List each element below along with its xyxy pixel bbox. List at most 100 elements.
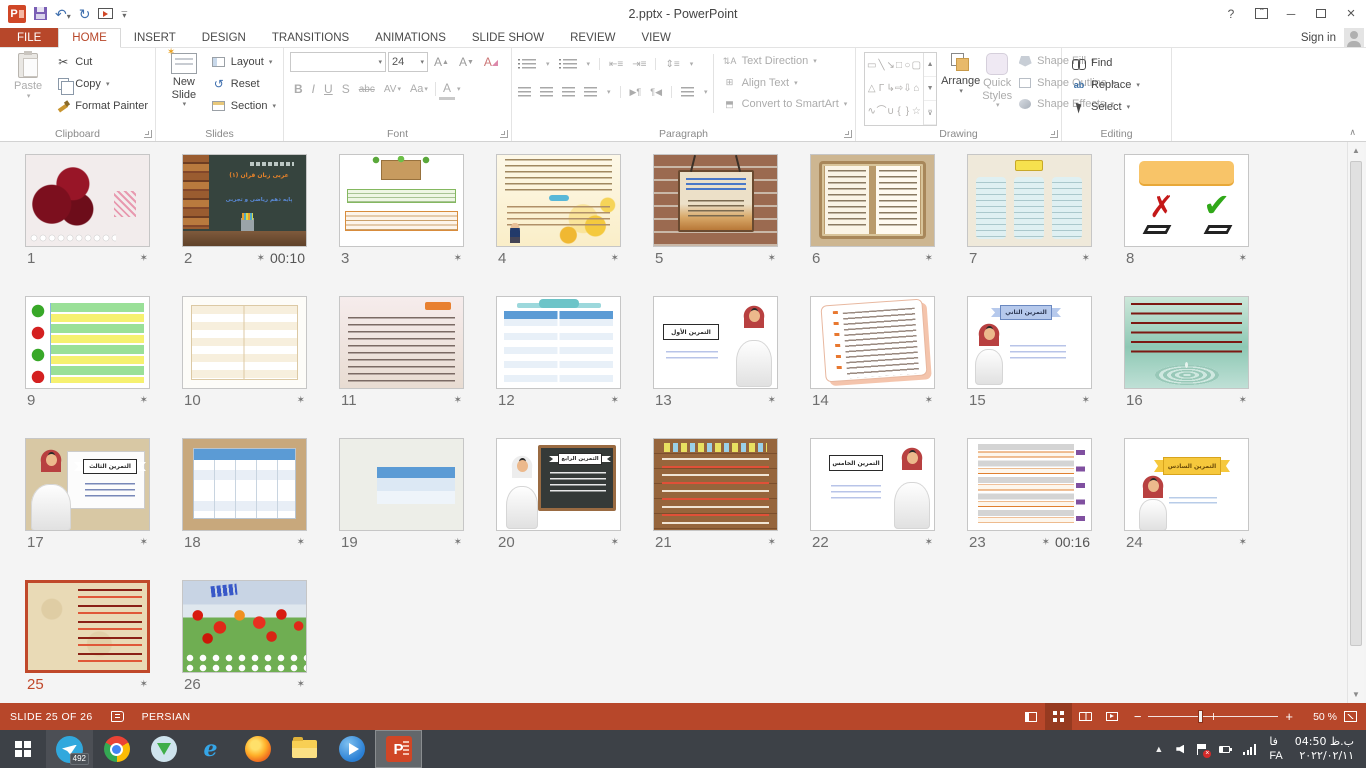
slide-thumbnail-12[interactable] <box>496 296 621 389</box>
shape-icon[interactable]: ▭ <box>867 58 876 74</box>
italic-button[interactable]: I <box>308 78 319 100</box>
slide-thumbnail-1[interactable] <box>25 154 150 247</box>
shape-icon[interactable]: Γ <box>876 81 886 97</box>
align-text-button[interactable]: ⊞Align Text▾ <box>719 74 851 92</box>
grow-font-button[interactable]: A▲ <box>430 51 453 73</box>
slide-thumbnail-18[interactable] <box>182 438 307 531</box>
user-avatar[interactable] <box>1344 28 1364 47</box>
close-button[interactable]: × <box>1336 0 1366 27</box>
tab-slide-show[interactable]: SLIDE SHOW <box>459 28 557 47</box>
taskbar-media-player[interactable] <box>328 730 375 768</box>
action-center-flag-icon[interactable] <box>1197 744 1206 755</box>
zoom-slider-thumb[interactable] <box>1198 710 1203 723</box>
slide-thumbnail-17[interactable]: التمرين الثالث <box>25 438 150 531</box>
layout-button[interactable]: Layout▾ <box>208 51 279 73</box>
shapes-scroll-up-icon[interactable]: ▲ <box>924 53 936 77</box>
shape-icon[interactable]: ⇨ <box>895 81 903 97</box>
taskbar-powerpoint[interactable]: P <box>375 730 422 768</box>
slide-thumbnail-19[interactable] <box>339 438 464 531</box>
clear-formatting-button[interactable]: A◢ <box>480 51 502 73</box>
convert-smartart-button[interactable]: ⬒Convert to SmartArt▾ <box>719 95 851 113</box>
character-spacing-button[interactable]: AV▾ <box>380 78 405 100</box>
taskbar-chrome[interactable] <box>93 730 140 768</box>
taskbar-firefox[interactable] <box>234 730 281 768</box>
minimize-button[interactable]: ─ <box>1276 0 1306 27</box>
quick-styles-button[interactable]: Quick Styles▾ <box>982 51 1012 127</box>
format-painter-button[interactable]: Format Painter <box>52 95 151 117</box>
save-icon[interactable] <box>34 7 47 20</box>
font-size-combobox[interactable]: 24▾ <box>388 52 428 72</box>
arrange-button[interactable]: Arrange▾ <box>941 51 980 127</box>
change-case-button[interactable]: Aa▾ <box>406 78 432 100</box>
reset-button[interactable]: ↺Reset <box>208 73 279 95</box>
slide-thumbnail-10[interactable] <box>182 296 307 389</box>
align-left-icon[interactable] <box>518 87 531 97</box>
drawing-dialog-launcher-icon[interactable] <box>1050 130 1058 138</box>
rtl-direction-icon[interactable]: ¶◀ <box>650 81 662 103</box>
increase-indent-icon[interactable]: ⇥≡ <box>632 53 646 75</box>
tab-insert[interactable]: INSERT <box>121 28 189 47</box>
slide-thumbnail-9[interactable] <box>25 296 150 389</box>
slide-thumbnail-16[interactable] <box>1124 296 1249 389</box>
slide-thumbnail-8[interactable] <box>1124 154 1249 247</box>
slide-thumbnail-5[interactable] <box>653 154 778 247</box>
slide-thumbnail-26[interactable] <box>182 580 307 673</box>
reading-view-button[interactable] <box>1072 703 1099 730</box>
taskbar-idm[interactable] <box>140 730 187 768</box>
new-slide-button[interactable]: New Slide▾ <box>162 51 206 127</box>
shape-icon[interactable]: ╲ <box>876 58 886 74</box>
spell-check-icon[interactable] <box>111 711 124 722</box>
vertical-scrollbar[interactable]: ▲ ▼ <box>1347 142 1364 703</box>
zoom-level[interactable]: 50 % <box>1301 711 1337 723</box>
sign-in-link[interactable]: Sign in <box>1301 32 1336 44</box>
slide-thumbnail-15[interactable]: التمرين الثاني <box>967 296 1092 389</box>
text-direction-button[interactable]: ⇅AText Direction▾ <box>719 52 851 70</box>
paragraph-dialog-launcher-icon[interactable] <box>844 130 852 138</box>
help-button[interactable]: ? <box>1216 0 1246 27</box>
line-spacing-icon[interactable]: ⇕≡ <box>665 53 679 75</box>
tab-file[interactable]: FILE <box>0 28 58 47</box>
scroll-up-icon[interactable]: ▲ <box>1348 142 1364 159</box>
shape-icon[interactable]: { <box>895 104 903 120</box>
justify-icon[interactable] <box>584 87 597 97</box>
shape-icon[interactable]: △ <box>867 81 876 97</box>
copy-button[interactable]: Copy▾ <box>52 73 151 95</box>
ltr-direction-icon[interactable]: ▶¶ <box>630 81 642 103</box>
cut-button[interactable]: ✂Cut <box>52 51 151 73</box>
start-slideshow-icon[interactable] <box>98 8 113 19</box>
slide-thumbnail-4[interactable] <box>496 154 621 247</box>
shape-icon[interactable]: ○ <box>903 58 911 74</box>
power-icon[interactable] <box>1219 746 1230 753</box>
shape-icon[interactable]: ↳ <box>886 81 894 97</box>
slide-thumbnail-3[interactable] <box>339 154 464 247</box>
shape-icon[interactable]: ⌂ <box>912 81 921 97</box>
restore-button[interactable] <box>1306 0 1336 27</box>
tab-view[interactable]: VIEW <box>628 28 683 47</box>
font-color-button[interactable]: A <box>439 78 455 100</box>
slide-thumbnail-24[interactable]: التمرين السادس <box>1124 438 1249 531</box>
slide-thumbnail-6[interactable] <box>810 154 935 247</box>
underline-button[interactable]: U <box>320 78 337 100</box>
text-shadow-button[interactable]: S <box>338 78 354 100</box>
slide-thumbnail-14[interactable] <box>810 296 935 389</box>
zoom-in-button[interactable]: + <box>1285 710 1293 723</box>
shape-icon[interactable]: □ <box>895 58 903 74</box>
collapse-ribbon-icon[interactable]: ∧ <box>1349 127 1356 138</box>
paste-button[interactable]: Paste▾ <box>6 51 50 127</box>
start-button[interactable] <box>0 730 46 768</box>
slide-thumbnail-21[interactable] <box>653 438 778 531</box>
shape-icon[interactable]: ▢ <box>912 58 921 74</box>
normal-view-button[interactable] <box>1018 703 1045 730</box>
align-right-icon[interactable] <box>562 87 575 97</box>
slide-sorter-view-button[interactable] <box>1045 703 1072 730</box>
taskbar-internet-explorer[interactable]: e <box>187 730 234 768</box>
slide-thumbnail-2[interactable]: عربی زبان قرآن (۱)پایه دهم ریاضی و تجربی <box>182 154 307 247</box>
language-indicator[interactable]: PERSIAN <box>142 711 191 723</box>
ribbon-display-options-button[interactable] <box>1246 0 1276 27</box>
slide-thumbnail-13[interactable]: التمرين الأول <box>653 296 778 389</box>
bold-button[interactable]: B <box>290 78 307 100</box>
slideshow-view-button[interactable] <box>1099 703 1126 730</box>
strikethrough-button[interactable]: abc <box>355 78 379 100</box>
slide-thumbnail-22[interactable]: التمرين الخامس <box>810 438 935 531</box>
shape-icon[interactable]: } <box>903 104 911 120</box>
